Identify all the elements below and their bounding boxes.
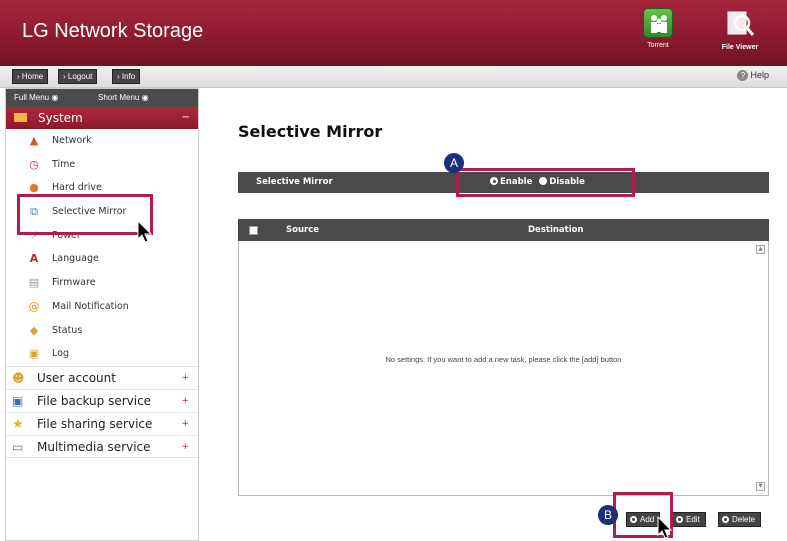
mail-icon: @ (28, 299, 40, 313)
col-destination: Destination (528, 225, 584, 235)
hard-drive-icon: ● (29, 181, 39, 195)
network-icon: ▲ (29, 134, 39, 147)
sidebar-item-mail-notification[interactable]: @ Mail Notification (6, 295, 198, 319)
expand-icon: + (181, 395, 189, 406)
col-source: Source (286, 225, 320, 235)
star-icon: ★ (12, 416, 24, 432)
system-category[interactable]: System − (6, 107, 198, 129)
sidebar-item-label: Firmware (52, 277, 96, 289)
sidebar-item-firmware[interactable]: ▤ Firmware (6, 271, 198, 295)
torrent-icon (643, 8, 673, 38)
collapse-icon: − (181, 112, 190, 123)
delete-icon (722, 515, 729, 523)
category-label: File sharing service (37, 416, 153, 431)
sidebar-item-log[interactable]: ▣ Log (6, 342, 198, 366)
top-nav: Home Logout Info ?Help (0, 66, 787, 88)
scroll-down-icon[interactable]: ▼ (756, 482, 765, 491)
delete-button[interactable]: Delete (718, 512, 762, 527)
logout-button[interactable]: Logout (58, 69, 98, 84)
expand-icon: + (181, 372, 189, 383)
page-title: Selective Mirror (238, 122, 383, 141)
file-viewer-icon (723, 8, 757, 40)
sidebar-item-network[interactable]: ▲ Network (6, 129, 198, 153)
cursor-icon (657, 516, 673, 539)
edit-button[interactable]: Edit (672, 512, 706, 527)
user-account-icon: ☻ (12, 370, 25, 385)
setting-label: Selective Mirror (256, 177, 333, 187)
home-button[interactable]: Home (12, 69, 49, 84)
scroll-up-icon[interactable]: ▲ (756, 245, 765, 254)
sidebar-item-label: Network (52, 135, 92, 146)
sidebar-category-user-account[interactable]: ☻ User account + (6, 365, 198, 389)
firmware-icon: ▤ (28, 276, 40, 290)
menu-toggle: Full Menu ◉ Short Menu ◉ (6, 89, 198, 107)
empty-message: No settings. If you want to add a new ta… (385, 355, 622, 364)
category-label: Multimedia service (37, 439, 151, 454)
annotation-badge-a: A (444, 153, 464, 173)
enable-highlight-box (456, 168, 635, 197)
full-menu-label: Full Menu (14, 93, 50, 102)
category-label: User account (37, 370, 116, 385)
sidebar-highlight-box (17, 194, 153, 235)
short-menu-label: Short Menu (98, 93, 140, 102)
sidebar-item-language[interactable]: A Language (6, 247, 198, 271)
annotation-badge-b: B (598, 505, 618, 525)
sidebar-item-label: Mail Notification (52, 300, 129, 312)
table-header: Source Destination (238, 219, 769, 241)
help-link[interactable]: ? Help (737, 70, 769, 81)
mirror-task-table: ▲ No settings. If you want to add a new … (238, 241, 769, 496)
status-icon: ◆ (29, 323, 39, 337)
expand-icon: + (181, 441, 189, 452)
select-all-checkbox[interactable] (249, 226, 258, 235)
clock-icon: ◷ (29, 157, 39, 171)
edit-label: Edit (686, 515, 700, 524)
system-icon (14, 113, 27, 122)
app-title: LG Network Storage (22, 20, 204, 42)
file-viewer-app-button[interactable]: File Viewer (716, 8, 764, 51)
file-viewer-label: File Viewer (721, 44, 759, 51)
help-icon: ? (737, 70, 749, 81)
sidebar-category-multimedia[interactable]: ▭ Multimedia service + (6, 434, 198, 458)
sidebar-item-status[interactable]: ◆ Status (6, 319, 198, 343)
sidebar-item-label: Time (52, 158, 76, 170)
sidebar-category-file-sharing[interactable]: ★ File sharing service + (6, 411, 198, 435)
sidebar-item-time[interactable]: ◷ Time (6, 153, 198, 177)
category-label: File backup service (37, 393, 152, 408)
backup-icon: ▣ (12, 393, 24, 408)
system-label: System (38, 111, 83, 125)
header: LG Network Storage Torrent File Viewer (0, 0, 787, 66)
sidebar-item-label: Status (52, 324, 83, 336)
cursor-icon (137, 220, 153, 243)
page: LG Network Storage Torrent File Viewer ›… (0, 0, 787, 541)
help-label: Help (750, 70, 769, 80)
short-menu-link[interactable]: Short Menu ◉ (98, 89, 149, 107)
delete-label: Delete (732, 515, 756, 524)
expand-icon: + (181, 418, 189, 429)
sidebar-category-file-backup[interactable]: ▣ File backup service + (6, 388, 198, 412)
sidebar-item-label: Hard drive (52, 182, 102, 194)
log-icon: ▣ (28, 347, 40, 361)
torrent-app-button[interactable]: Torrent (640, 8, 676, 49)
full-menu-link[interactable]: Full Menu ◉ (14, 89, 58, 107)
multimedia-icon: ▭ (12, 439, 24, 454)
sidebar-item-label: Language (52, 253, 99, 265)
torrent-label: Torrent (647, 42, 669, 49)
sidebar-item-label: Log (52, 348, 69, 360)
sidebar: Full Menu ◉ Short Menu ◉ System − ▲ Netw… (5, 88, 199, 541)
edit-icon (676, 515, 683, 523)
language-icon: A (29, 252, 39, 266)
info-button[interactable]: Info (112, 69, 141, 84)
